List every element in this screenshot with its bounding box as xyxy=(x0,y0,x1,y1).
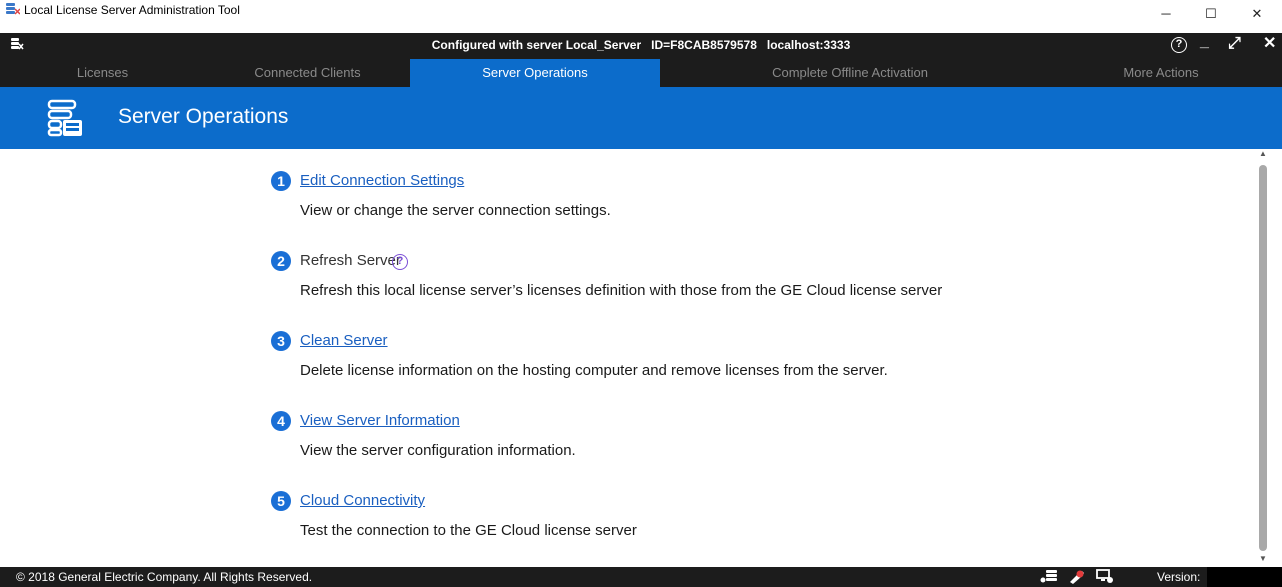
operation-description: View or change the server connection set… xyxy=(300,202,611,219)
step-number-badge: 5 xyxy=(271,491,291,511)
app-expand-button[interactable]: ⤢ xyxy=(1228,35,1241,53)
operation-description: Delete license information on the hostin… xyxy=(300,362,888,379)
page-title: Server Operations xyxy=(118,105,289,128)
clean-server-link[interactable]: Clean Server xyxy=(300,332,388,349)
scroll-down-icon[interactable]: ▼ xyxy=(1258,554,1268,564)
operations-panel: 1 Edit Connection Settings View or chang… xyxy=(0,149,1282,567)
tab-licenses[interactable]: Licenses xyxy=(0,59,205,87)
tab-connected-clients[interactable]: Connected Clients xyxy=(205,59,410,87)
tab-complete-offline-activation[interactable]: Complete Offline Activation xyxy=(660,59,1040,87)
app-bar: Configured with server Local_Server ID=F… xyxy=(0,33,1282,59)
operation-description: View the server configuration informatio… xyxy=(300,442,576,459)
vertical-scrollbar[interactable]: ▲ ▼ xyxy=(1256,149,1270,567)
license-key-icon[interactable] xyxy=(1068,569,1086,584)
server-status-icon[interactable] xyxy=(1040,569,1058,584)
step-number-badge: 3 xyxy=(271,331,291,351)
app-close-button[interactable]: ✕ xyxy=(1263,35,1276,53)
scrollbar-thumb[interactable] xyxy=(1259,165,1267,551)
server-connection-info: Configured with server Local_Server ID=F… xyxy=(431,38,851,52)
server-database-icon xyxy=(47,99,82,137)
status-bar: © 2018 General Electric Company. All Rig… xyxy=(0,567,1282,587)
main-tabs: Licenses Connected Clients Server Operat… xyxy=(0,59,1282,87)
copyright-text: © 2018 General Electric Company. All Rig… xyxy=(16,570,313,584)
edit-connection-settings-link[interactable]: Edit Connection Settings xyxy=(300,172,464,189)
cloud-connectivity-link[interactable]: Cloud Connectivity xyxy=(300,492,425,509)
help-icon[interactable]: ? xyxy=(1171,37,1187,53)
view-server-information-link[interactable]: View Server Information xyxy=(300,412,460,429)
operation-description: Refresh this local license server’s lice… xyxy=(300,282,943,299)
version-label: Version: xyxy=(1157,570,1201,584)
scroll-up-icon[interactable]: ▲ xyxy=(1258,149,1268,159)
tab-server-operations[interactable]: Server Operations xyxy=(410,59,660,87)
window-title: Local License Server Administration Tool xyxy=(24,3,240,17)
window-maximize-button[interactable]: ☐ xyxy=(1194,0,1228,30)
operation-description: Test the connection to the GE Cloud lice… xyxy=(300,522,637,539)
page-header: Server Operations xyxy=(0,87,1282,149)
tab-more-actions[interactable]: More Actions xyxy=(1040,59,1282,87)
window-titlebar: Local License Server Administration Tool… xyxy=(0,0,1282,33)
step-number-badge: 4 xyxy=(271,411,291,431)
step-number-badge: 2 xyxy=(271,251,291,271)
app-icon xyxy=(6,3,20,15)
window-minimize-button[interactable]: ─ xyxy=(1149,0,1183,30)
window-close-button[interactable]: ✕ xyxy=(1240,0,1274,30)
clients-icon[interactable] xyxy=(1096,569,1114,584)
step-number-badge: 1 xyxy=(271,171,291,191)
app-minimize-button[interactable]: _ xyxy=(1200,33,1209,51)
help-icon[interactable]: ? xyxy=(392,254,408,270)
refresh-server-label[interactable]: Refresh Server xyxy=(300,252,401,269)
version-value xyxy=(1207,567,1282,587)
